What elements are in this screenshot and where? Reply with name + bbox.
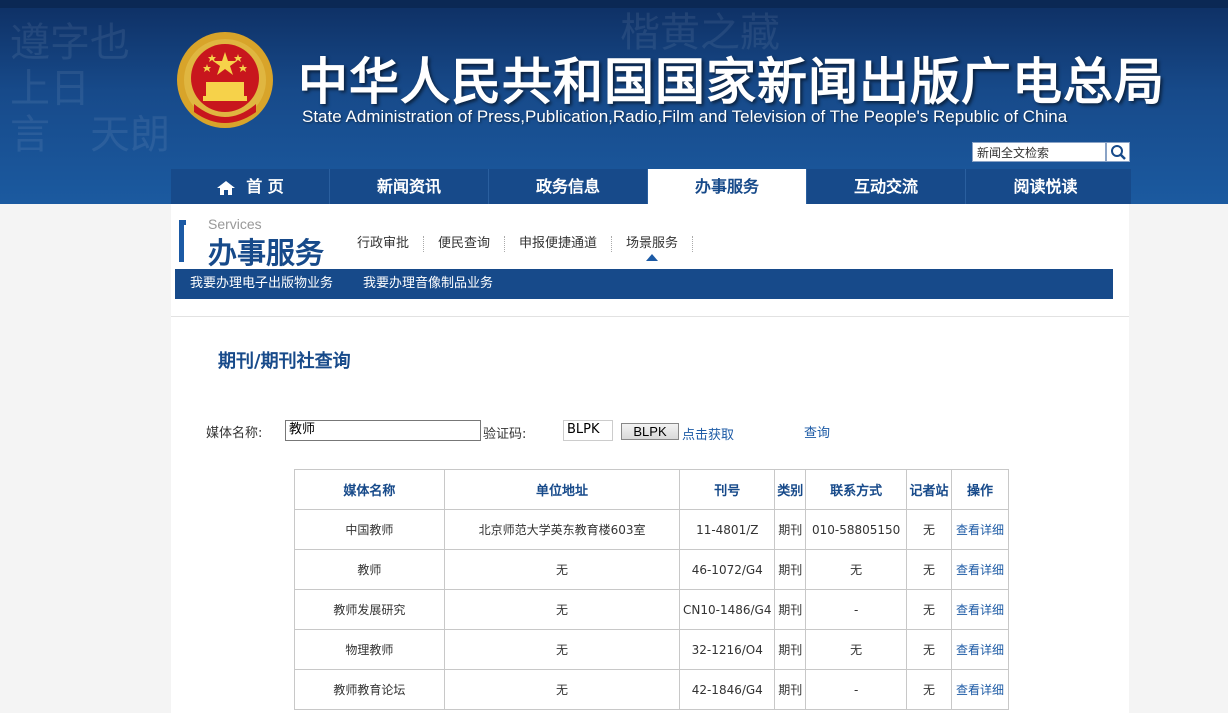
cell-station: 无 bbox=[906, 549, 953, 590]
table-row: 教师教育论坛 无 42-1846/G4 期刊 - 无 查看详细 bbox=[294, 669, 1009, 710]
media-name-input[interactable]: 教师 bbox=[285, 420, 481, 441]
cell-contact: 010-58805150 bbox=[805, 509, 908, 550]
col-header-address: 单位地址 bbox=[443, 469, 681, 510]
media-name-label: 媒体名称: bbox=[206, 426, 263, 441]
col-header-action: 操作 bbox=[951, 469, 1009, 510]
cell-category: 期刊 bbox=[774, 629, 807, 670]
service-link-electronic[interactable]: 我要办理电子出版物业务 bbox=[175, 269, 348, 299]
service-bar: 我要办理电子出版物业务 我要办理音像制品业务 bbox=[175, 269, 1113, 299]
cell-address: 无 bbox=[443, 589, 681, 630]
page-title: 期刊/期刊社查询 bbox=[218, 351, 351, 372]
section-header: Services 办事服务 行政审批 便民查询 申报便捷通道 场景服务 我要办理… bbox=[171, 204, 1129, 317]
col-header-station: 记者站 bbox=[906, 469, 953, 510]
nav-item-news[interactable]: 新闻资讯 bbox=[330, 169, 489, 204]
col-header-category: 类别 bbox=[774, 469, 807, 510]
captcha-image[interactable]: BLPK bbox=[621, 423, 679, 440]
nav-item-home[interactable]: 首 页 bbox=[171, 169, 330, 204]
subnav-item-declare[interactable]: 申报便捷通道 bbox=[505, 236, 613, 252]
active-arrow-icon bbox=[646, 254, 659, 261]
cell-contact: 无 bbox=[805, 549, 908, 590]
table-header-row: 媒体名称 单位地址 刊号 类别 联系方式 记者站 操作 bbox=[294, 469, 1009, 510]
get-captcha-link[interactable]: 点击获取 bbox=[682, 424, 734, 443]
site-title-en: State Administration of Press,Publicatio… bbox=[302, 107, 1068, 126]
decorative-calligraphy: 遵字也 上日 言 天朗 bbox=[10, 20, 170, 158]
cell-media-name: 教师 bbox=[294, 549, 445, 590]
search-input[interactable]: 新闻全文检索 bbox=[972, 142, 1106, 162]
view-detail-link[interactable]: 查看详细 bbox=[951, 669, 1009, 710]
view-detail-link[interactable]: 查看详细 bbox=[951, 589, 1009, 630]
cell-contact: - bbox=[805, 669, 908, 710]
section-title-cn: 办事服务 bbox=[208, 236, 325, 270]
captcha-input[interactable]: BLPK bbox=[563, 420, 613, 441]
table-row: 物理教师 无 32-1216/O4 期刊 无 无 查看详细 bbox=[294, 629, 1009, 670]
national-emblem-icon bbox=[177, 32, 273, 128]
main-nav: 首 页 新闻资讯 政务信息 办事服务 互动交流 阅读悦读 bbox=[171, 169, 1131, 204]
subnav-item-approval[interactable]: 行政审批 bbox=[349, 236, 425, 252]
cell-media-name: 物理教师 bbox=[294, 629, 445, 670]
cell-media-name: 教师教育论坛 bbox=[294, 669, 445, 710]
view-detail-link[interactable]: 查看详细 bbox=[951, 629, 1009, 670]
search-button[interactable] bbox=[1106, 142, 1130, 162]
col-header-contact: 联系方式 bbox=[805, 469, 908, 510]
cell-address: 无 bbox=[443, 669, 681, 710]
search-icon bbox=[1111, 145, 1126, 160]
cell-address: 无 bbox=[443, 629, 681, 670]
cell-station: 无 bbox=[906, 669, 953, 710]
nav-item-services[interactable]: 办事服务 bbox=[648, 169, 807, 204]
cell-category: 期刊 bbox=[774, 509, 807, 550]
cell-category: 期刊 bbox=[774, 549, 807, 590]
cell-issn: 46-1072/G4 bbox=[679, 549, 776, 590]
cell-station: 无 bbox=[906, 509, 953, 550]
home-icon bbox=[217, 180, 236, 195]
cell-station: 无 bbox=[906, 629, 953, 670]
cell-issn: 11-4801/Z bbox=[679, 509, 776, 550]
cell-contact: 无 bbox=[805, 629, 908, 670]
service-link-audio-video[interactable]: 我要办理音像制品业务 bbox=[348, 269, 508, 299]
cell-issn: CN10-1486/G4 bbox=[679, 589, 776, 630]
site-title-cn: 中华人民共和国国家新闻出版广电总局 bbox=[298, 53, 1165, 111]
view-detail-link[interactable]: 查看详细 bbox=[951, 509, 1009, 550]
cell-media-name: 中国教师 bbox=[294, 509, 445, 550]
cell-category: 期刊 bbox=[774, 669, 807, 710]
cell-issn: 32-1216/O4 bbox=[679, 629, 776, 670]
cell-contact: - bbox=[805, 589, 908, 630]
subnav-item-scene[interactable]: 场景服务 bbox=[612, 236, 694, 261]
query-button[interactable]: 查询 bbox=[804, 422, 830, 441]
cell-address: 无 bbox=[443, 549, 681, 590]
table-row: 中国教师 北京师范大学英东教育楼603室 11-4801/Z 期刊 010-58… bbox=[294, 509, 1009, 550]
view-detail-link[interactable]: 查看详细 bbox=[951, 549, 1009, 590]
nav-item-label: 首 页 bbox=[246, 177, 284, 196]
captcha-label: 验证码: bbox=[483, 427, 527, 442]
results-table: 媒体名称 单位地址 刊号 类别 联系方式 记者站 操作 中国教师 北京师范大学英… bbox=[294, 469, 1009, 710]
cell-station: 无 bbox=[906, 589, 953, 630]
top-line bbox=[0, 0, 1228, 8]
cell-issn: 42-1846/G4 bbox=[679, 669, 776, 710]
table-row: 教师 无 46-1072/G4 期刊 无 无 查看详细 bbox=[294, 549, 1009, 590]
nav-item-reading[interactable]: 阅读悦读 bbox=[966, 169, 1125, 204]
section-subnav: 行政审批 便民查询 申报便捷通道 场景服务 bbox=[349, 236, 694, 261]
cell-address: 北京师范大学英东教育楼603室 bbox=[443, 509, 681, 550]
nav-item-government[interactable]: 政务信息 bbox=[489, 169, 648, 204]
content-wrapper: Services 办事服务 行政审批 便民查询 申报便捷通道 场景服务 我要办理… bbox=[171, 204, 1129, 713]
table-row: 教师发展研究 无 CN10-1486/G4 期刊 - 无 查看详细 bbox=[294, 589, 1009, 630]
cell-media-name: 教师发展研究 bbox=[294, 589, 445, 630]
col-header-media-name: 媒体名称 bbox=[294, 469, 445, 510]
subnav-item-query[interactable]: 便民查询 bbox=[424, 236, 506, 252]
col-header-issn: 刊号 bbox=[679, 469, 776, 510]
cell-category: 期刊 bbox=[774, 589, 807, 630]
section-bracket-decoration bbox=[179, 220, 186, 262]
nav-item-interaction[interactable]: 互动交流 bbox=[807, 169, 966, 204]
subnav-item-label: 场景服务 bbox=[626, 236, 679, 251]
